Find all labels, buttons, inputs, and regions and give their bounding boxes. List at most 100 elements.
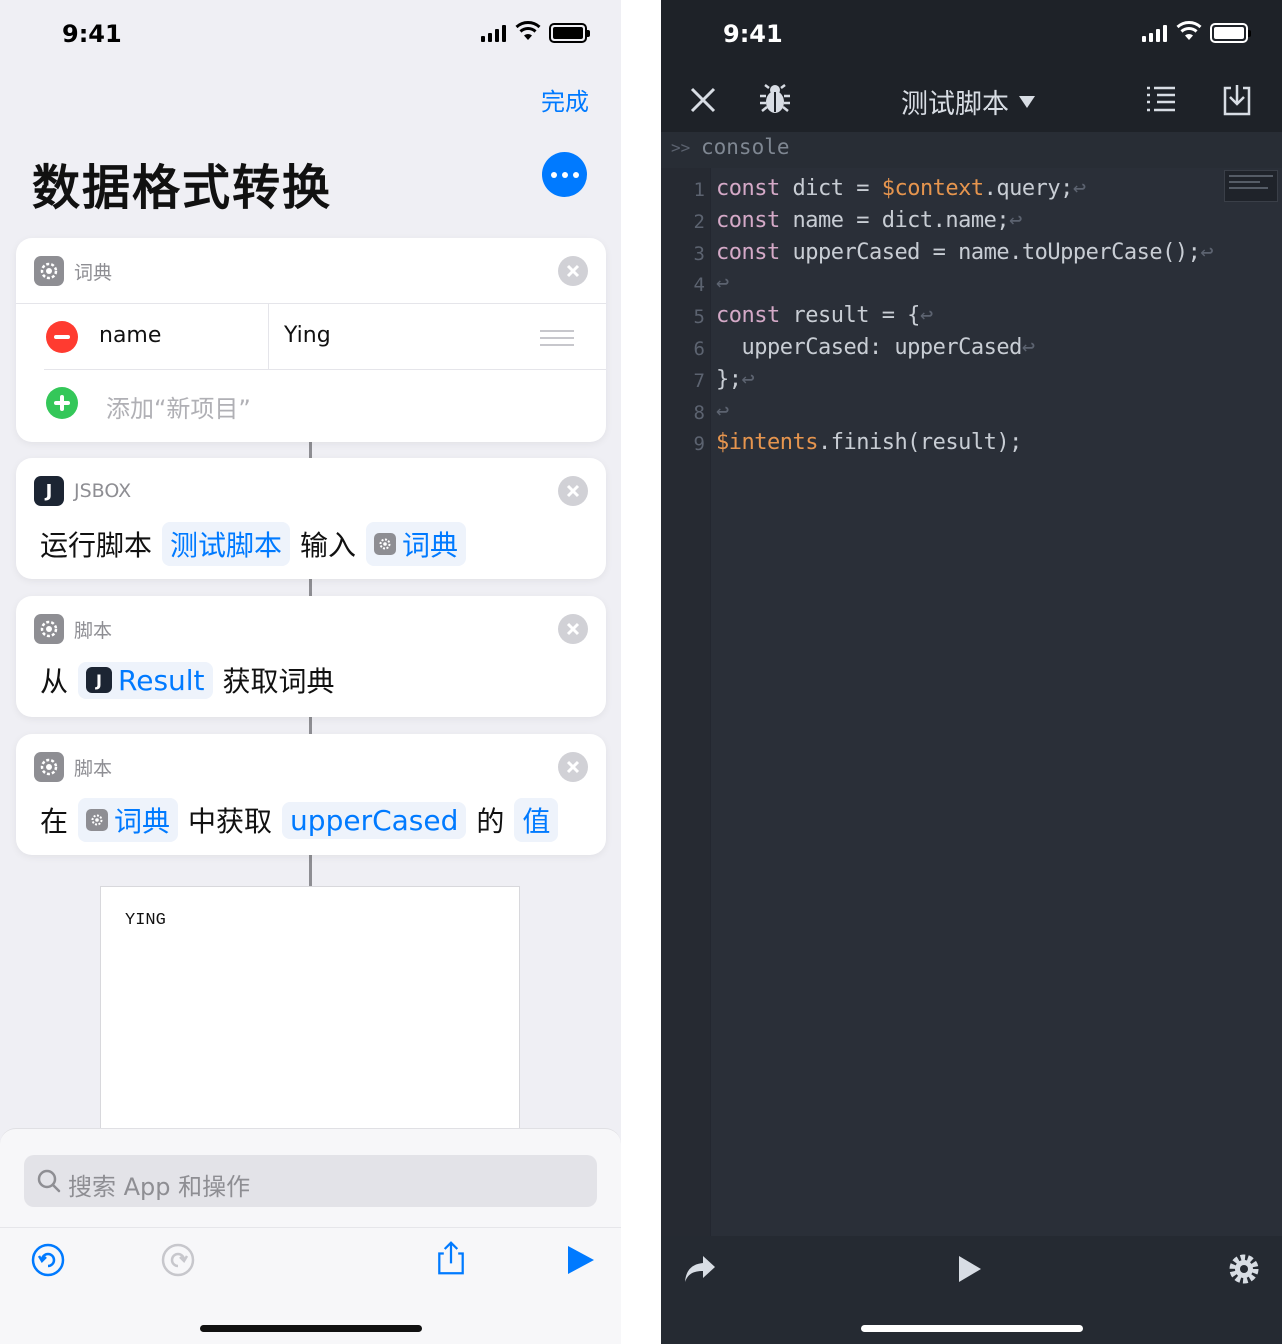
home-indicator	[200, 1325, 422, 1332]
code-line[interactable]: const upperCased = name.toUpperCase();↩	[716, 240, 1214, 265]
code-line[interactable]: upperCased: upperCased↩	[716, 335, 1035, 360]
settings-gear-icon	[34, 752, 64, 782]
dictionary-value[interactable]: Ying	[284, 323, 331, 348]
action-sentence: 从 J Result 获取词典	[40, 660, 335, 700]
wifi-icon	[515, 21, 541, 40]
card-header-label: JSBOX	[74, 480, 132, 502]
line-number: 4	[693, 274, 705, 297]
line-number: 8	[693, 401, 705, 424]
code-line[interactable]: };↩	[716, 367, 755, 392]
key-label: upperCased	[290, 803, 459, 837]
delete-entry-icon[interactable]	[46, 321, 78, 353]
get-dictionary-action-card: 脚本 从 J Result 获取词典	[16, 596, 606, 717]
run-play-icon[interactable]	[957, 1254, 983, 1284]
key-parameter-token[interactable]: upperCased	[282, 801, 467, 839]
input-variable-token[interactable]: 词典	[366, 522, 467, 566]
remove-action-icon[interactable]	[558, 614, 588, 644]
done-button[interactable]: 完成	[541, 82, 589, 117]
remove-action-icon[interactable]	[558, 256, 588, 286]
debug-bug-icon[interactable]	[759, 82, 791, 116]
page-title: 数据格式转换	[32, 160, 333, 216]
code-line[interactable]: ↩	[716, 271, 729, 296]
action-search-sheet: 搜索 App 和操作	[0, 1128, 621, 1344]
dictionary-variable-label: 词典	[114, 805, 171, 838]
result-preview: YING	[100, 886, 520, 1156]
settings-gear-icon	[374, 533, 397, 555]
action-verb: 运行脚本	[40, 529, 153, 562]
console-prefix: >>	[671, 138, 691, 157]
code-line[interactable]: $intents.finish(result);	[716, 430, 1022, 455]
remove-action-icon[interactable]	[558, 476, 588, 506]
search-input[interactable]: 搜索 App 和操作	[24, 1155, 597, 1207]
line-number: 3	[693, 242, 705, 265]
result-text: YING	[125, 911, 166, 930]
get-value-action-card: 脚本 在 词典 中获取 upperCased 的 值	[16, 734, 606, 855]
script-title-dropdown[interactable]: 测试脚本	[901, 82, 1035, 121]
code-line[interactable]: ↩	[716, 399, 729, 424]
jsbox-app-icon: J	[86, 667, 113, 693]
code-line[interactable]: const dict = $context.query;↩	[716, 176, 1086, 201]
cellular-signal-icon	[481, 24, 506, 42]
in-word: 在	[40, 805, 69, 838]
line-number: 5	[693, 306, 705, 329]
dot-icon	[550, 171, 557, 178]
line-number: 1	[693, 179, 705, 201]
remove-action-icon[interactable]	[558, 752, 588, 782]
share-forward-icon[interactable]	[683, 1254, 717, 1284]
flow-connector	[309, 442, 312, 458]
line-number: 9	[693, 433, 705, 456]
line-number-gutter	[661, 168, 711, 1236]
code-line[interactable]: const name = dict.name;↩	[716, 208, 1022, 233]
from-word: 从	[40, 665, 69, 698]
add-entry-label: 添加“新项目”	[106, 395, 251, 423]
settings-gear-icon	[34, 256, 64, 286]
code-minimap[interactable]	[1224, 170, 1278, 202]
line-number: 7	[693, 369, 705, 392]
redo-icon[interactable]	[160, 1242, 196, 1278]
value-type-token[interactable]: 值	[514, 798, 559, 842]
dictionary-action-card: 词典 name Ying 添加“新项目”	[16, 238, 606, 442]
dot-icon	[572, 171, 579, 178]
dot-icon	[561, 171, 568, 178]
card-header-label: 脚本	[74, 619, 113, 642]
status-bar: 9:41	[0, 0, 621, 70]
flow-connector	[309, 717, 312, 734]
input-word: 输入	[300, 529, 357, 562]
outline-list-icon[interactable]	[1145, 84, 1177, 114]
add-entry-row[interactable]: 添加“新项目”	[44, 369, 606, 435]
more-options-button[interactable]	[542, 152, 587, 197]
jsbox-app-icon: J	[34, 476, 64, 506]
editor-nav-bar: 测试脚本	[661, 70, 1282, 132]
jsbox-editor-screen: 9:41 测试脚本 >> console 1 const dict = $con…	[661, 0, 1282, 1344]
console-label: console	[701, 135, 790, 159]
dictionary-key[interactable]: name	[99, 323, 161, 348]
battery-icon	[549, 23, 590, 43]
action-sentence: 在 词典 中获取 upperCased 的 值	[40, 798, 559, 842]
wifi-icon	[1176, 21, 1202, 40]
dictionary-variable-token[interactable]: 词典	[78, 798, 179, 842]
close-icon[interactable]	[689, 86, 717, 114]
reorder-handle-icon[interactable]	[540, 330, 574, 346]
search-icon	[37, 1169, 61, 1193]
shortcuts-editor-screen: 9:41 完成 数据格式转换 词典 name Ying 添加“新项目” J JS…	[0, 0, 621, 1344]
dictionary-entry-row: name Ying	[16, 303, 606, 370]
run-play-icon[interactable]	[562, 1242, 598, 1278]
card-header-label: 脚本	[74, 757, 113, 780]
download-save-icon[interactable]	[1222, 82, 1252, 116]
code-line[interactable]: const result = {↩	[716, 303, 933, 328]
add-entry-icon[interactable]	[46, 387, 78, 419]
card-header: 词典	[34, 256, 112, 286]
value-type-label: 值	[522, 805, 551, 838]
console-toggle-bar[interactable]: >> console	[661, 132, 1282, 168]
settings-gear-icon[interactable]	[1227, 1252, 1261, 1286]
line-number: 2	[693, 210, 705, 233]
share-icon[interactable]	[433, 1240, 469, 1276]
search-placeholder: 搜索 App 和操作	[68, 1173, 251, 1201]
battery-icon	[1210, 23, 1251, 43]
script-parameter-token[interactable]: 测试脚本	[162, 522, 291, 566]
card-header-label: 词典	[74, 261, 113, 284]
jsbox-action-card: J JSBOX 运行脚本 测试脚本 输入 词典	[16, 458, 606, 579]
source-variable-token[interactable]: J Result	[78, 661, 213, 699]
code-editor[interactable]: 1 const dict = $context.query;↩ 2 const nam…	[661, 168, 1282, 1236]
undo-icon[interactable]	[30, 1242, 66, 1278]
